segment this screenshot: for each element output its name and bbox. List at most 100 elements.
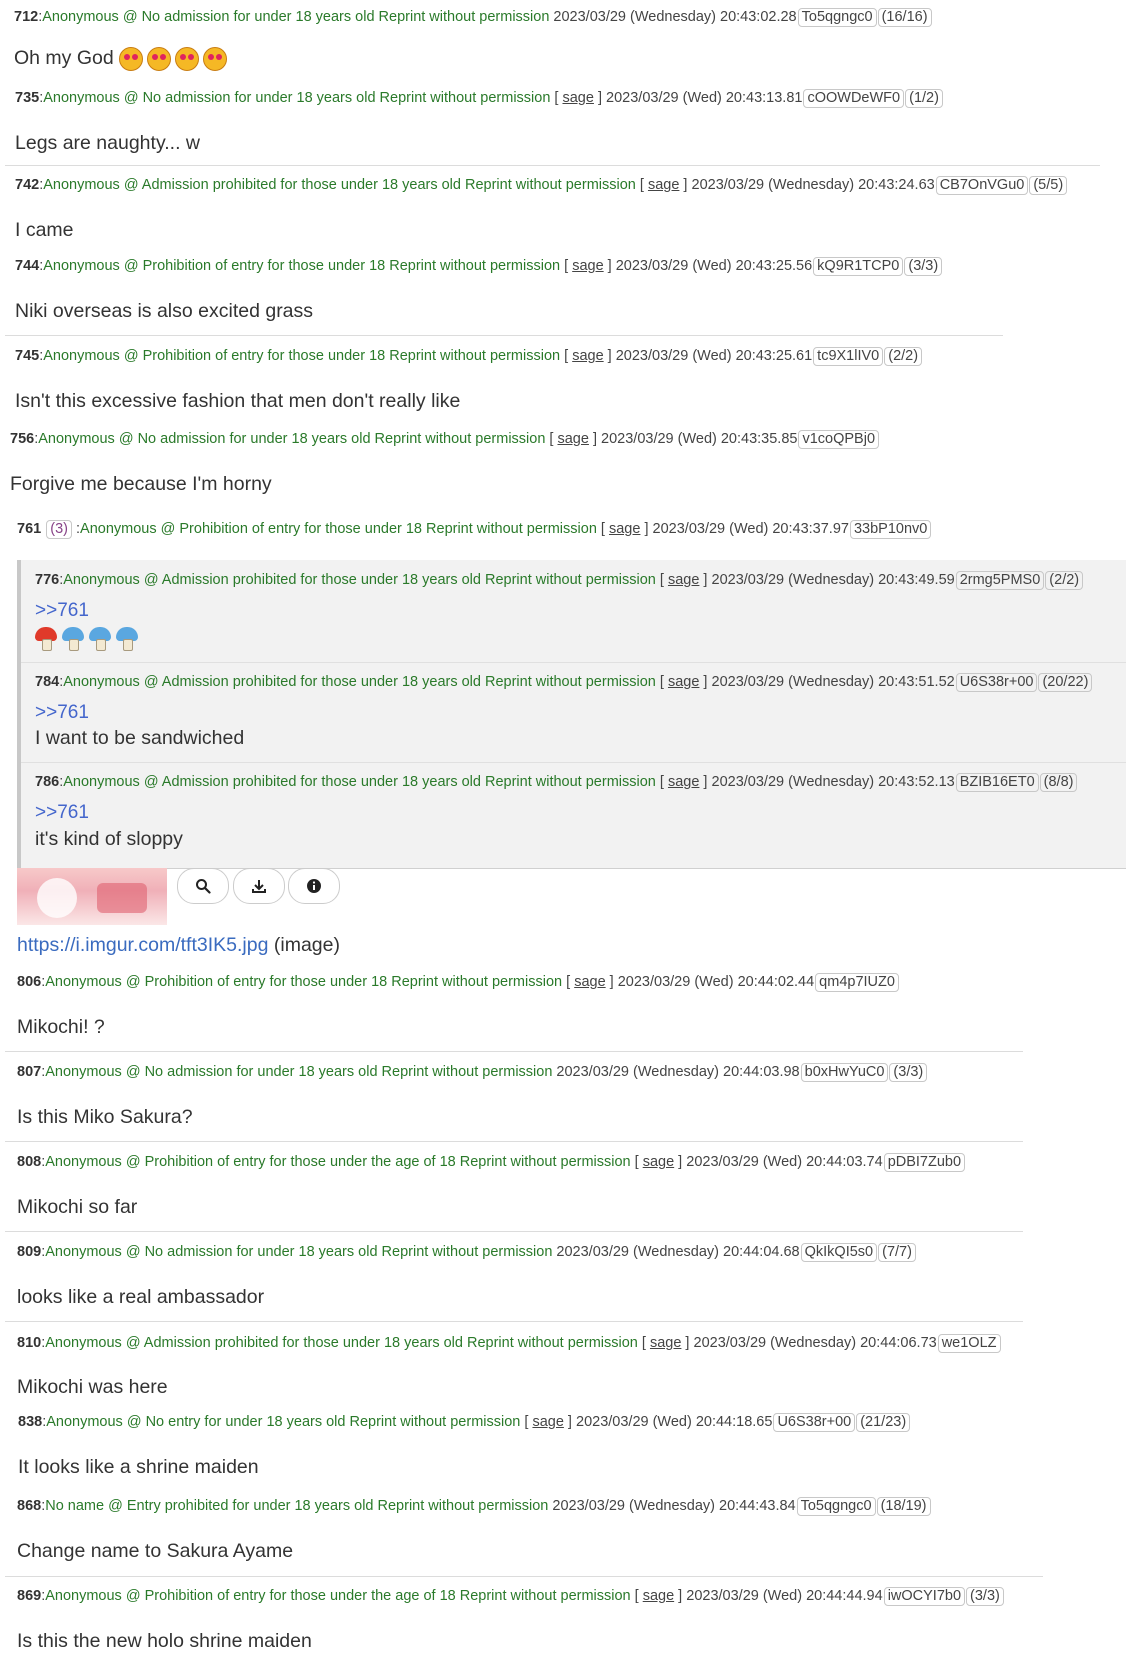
post-number[interactable]: 712 <box>14 9 38 25</box>
download-icon <box>252 880 266 893</box>
post-number[interactable]: 868 <box>17 1498 41 1514</box>
poster-id[interactable]: kQ9R1TCP0 <box>813 257 904 276</box>
post-count: (2/2) <box>1045 571 1084 590</box>
reply-quote-link[interactable]: >>761 <box>35 700 89 726</box>
poster-name: Anonymous @ Admission prohibited for tho… <box>63 774 656 790</box>
post-number[interactable]: 809 <box>17 1244 41 1260</box>
post-number[interactable]: 807 <box>17 1064 41 1080</box>
poster-id[interactable]: cOOWDeWF0 <box>803 89 905 108</box>
post-header: 756:Anonymous @ No admission for under 1… <box>10 429 880 449</box>
post-number[interactable]: 810 <box>17 1335 41 1351</box>
post-date: 2023/03/29 (Wed) 20:43:37.97 <box>652 521 849 537</box>
post-header: 761 (3) :Anonymous @ Prohibition of entr… <box>17 519 932 539</box>
post-count: (5/5) <box>1029 176 1068 195</box>
poster-name: Anonymous @ Prohibition of entry for tho… <box>45 974 563 990</box>
post-header: 810:Anonymous @ Admission prohibited for… <box>17 1333 1001 1353</box>
poster-id[interactable]: U6S38r+00 <box>955 673 1038 692</box>
sage-link[interactable]: sage <box>668 572 699 588</box>
post-count: (3/3) <box>966 1587 1004 1606</box>
sage-link[interactable]: sage <box>562 90 593 106</box>
post-date: 2023/03/29 (Wed) 20:43:35.85 <box>601 431 798 447</box>
post-date: 2023/03/29 (Wednesday) 20:43:02.28 <box>553 9 797 25</box>
search-image-button[interactable] <box>177 868 229 904</box>
poster-name: Anonymous @ Admission prohibited for tho… <box>45 1335 638 1351</box>
post-count: (18/19) <box>876 1497 931 1516</box>
post-number[interactable]: 808 <box>17 1154 41 1170</box>
sage-link[interactable]: sage <box>648 177 679 193</box>
poster-id[interactable]: iwOCYI7b0 <box>883 1587 966 1606</box>
post-date: 2023/03/29 (Wednesday) 20:43:49.59 <box>711 572 955 588</box>
poster-id[interactable]: we1OLZ <box>937 1334 1001 1353</box>
poster-id[interactable]: tc9X1lIV0 <box>813 347 884 366</box>
poster-id[interactable]: To5qgngc0 <box>796 1497 876 1516</box>
post-body-text: Is this the new holo shrine maiden <box>17 1630 312 1652</box>
post-header: 712:Anonymous @ No admission for under 1… <box>14 7 932 27</box>
sage-link[interactable]: sage <box>572 258 603 274</box>
post-body-text: I want to be sandwiched <box>35 727 245 749</box>
sage-link[interactable]: sage <box>668 774 699 790</box>
reply-divider <box>21 762 1126 763</box>
post-divider <box>5 1141 1023 1142</box>
post-number[interactable]: 756 <box>10 431 34 447</box>
post-number[interactable]: 776 <box>35 572 59 588</box>
sage-link[interactable]: sage <box>650 1335 681 1351</box>
post-number[interactable]: 761 <box>17 521 41 537</box>
reply-quote-link[interactable]: >>761 <box>35 800 89 826</box>
sage-link[interactable]: sage <box>609 521 640 537</box>
post-body-text: Mikochi was here <box>17 1376 168 1398</box>
image-thumbnail[interactable] <box>17 868 167 925</box>
post-number[interactable]: 745 <box>15 348 39 364</box>
post-number[interactable]: 784 <box>35 674 59 690</box>
poster-name: No name @ Entry prohibited for under 18 … <box>45 1498 549 1514</box>
post-number[interactable]: 806 <box>17 974 41 990</box>
poster-id[interactable]: CB7OnVGu0 <box>935 176 1029 195</box>
sage-link[interactable]: sage <box>557 431 588 447</box>
post-number[interactable]: 786 <box>35 774 59 790</box>
image-info-button[interactable] <box>288 868 340 904</box>
post-body-text: Isn't this excessive fashion that men do… <box>15 390 461 412</box>
image-link-suffix: (image) <box>273 934 340 956</box>
post-count: (21/23) <box>856 1413 911 1432</box>
poster-id[interactable]: pDBI7Zub0 <box>883 1153 966 1172</box>
image-link-line: https://i.imgur.com/tft3IK5.jpg (image) <box>17 932 340 958</box>
post-date: 2023/03/29 (Wed) 20:43:13.81 <box>606 90 803 106</box>
post-header: 808:Anonymous @ Prohibition of entry for… <box>17 1152 966 1172</box>
poster-name: Anonymous @ Admission prohibited for tho… <box>43 177 636 193</box>
download-image-button[interactable] <box>233 868 285 904</box>
sage-link[interactable]: sage <box>572 348 603 364</box>
poster-id[interactable]: 2rmg5PMS0 <box>955 571 1045 590</box>
post-number[interactable]: 735 <box>15 90 39 106</box>
poster-id[interactable]: b0xHwYuC0 <box>800 1063 889 1082</box>
post-body-text: Oh my God <box>14 47 114 69</box>
post-count: (20/22) <box>1038 673 1093 692</box>
post-count: (16/16) <box>877 8 932 27</box>
reply-count-badge[interactable]: (3) <box>46 520 72 539</box>
heart-eyes-emoji-icon <box>203 46 228 71</box>
post-number[interactable]: 744 <box>15 258 39 274</box>
sage-link[interactable]: sage <box>668 674 699 690</box>
post-number[interactable]: 869 <box>17 1588 41 1604</box>
sage-link[interactable]: sage <box>574 974 605 990</box>
poster-id[interactable]: qm4p7IUZ0 <box>815 973 899 992</box>
poster-id[interactable]: 33bP10nv0 <box>849 520 932 539</box>
poster-name: Anonymous @ Prohibition of entry for tho… <box>43 258 561 274</box>
image-url-link[interactable]: https://i.imgur.com/tft3IK5.jpg <box>17 934 268 956</box>
reply-quote-link[interactable]: >>761 <box>35 598 89 624</box>
post-header: 807:Anonymous @ No admission for under 1… <box>17 1062 928 1082</box>
post-date: 2023/03/29 (Wed) 20:43:25.56 <box>615 258 813 274</box>
sage-link[interactable]: sage <box>643 1588 674 1604</box>
info-icon <box>307 879 321 893</box>
poster-id[interactable]: QkIkQI5s0 <box>800 1243 878 1262</box>
sage-link[interactable]: sage <box>532 1414 563 1430</box>
post-date: 2023/03/29 (Wednesday) 20:44:06.73 <box>693 1335 937 1351</box>
poster-id[interactable]: BZIB16ET0 <box>955 773 1039 792</box>
poster-id[interactable]: U6S38r+00 <box>773 1413 856 1432</box>
post-number[interactable]: 838 <box>18 1414 42 1430</box>
sage-link[interactable]: sage <box>643 1154 674 1170</box>
poster-id[interactable]: To5qgngc0 <box>797 8 877 27</box>
poster-id[interactable]: v1coQPBj0 <box>798 430 880 449</box>
post-number[interactable]: 742 <box>15 177 39 193</box>
post-count: (7/7) <box>878 1243 916 1262</box>
post-body-text: Change name to Sakura Ayame <box>17 1540 294 1562</box>
post-divider <box>5 335 1003 336</box>
